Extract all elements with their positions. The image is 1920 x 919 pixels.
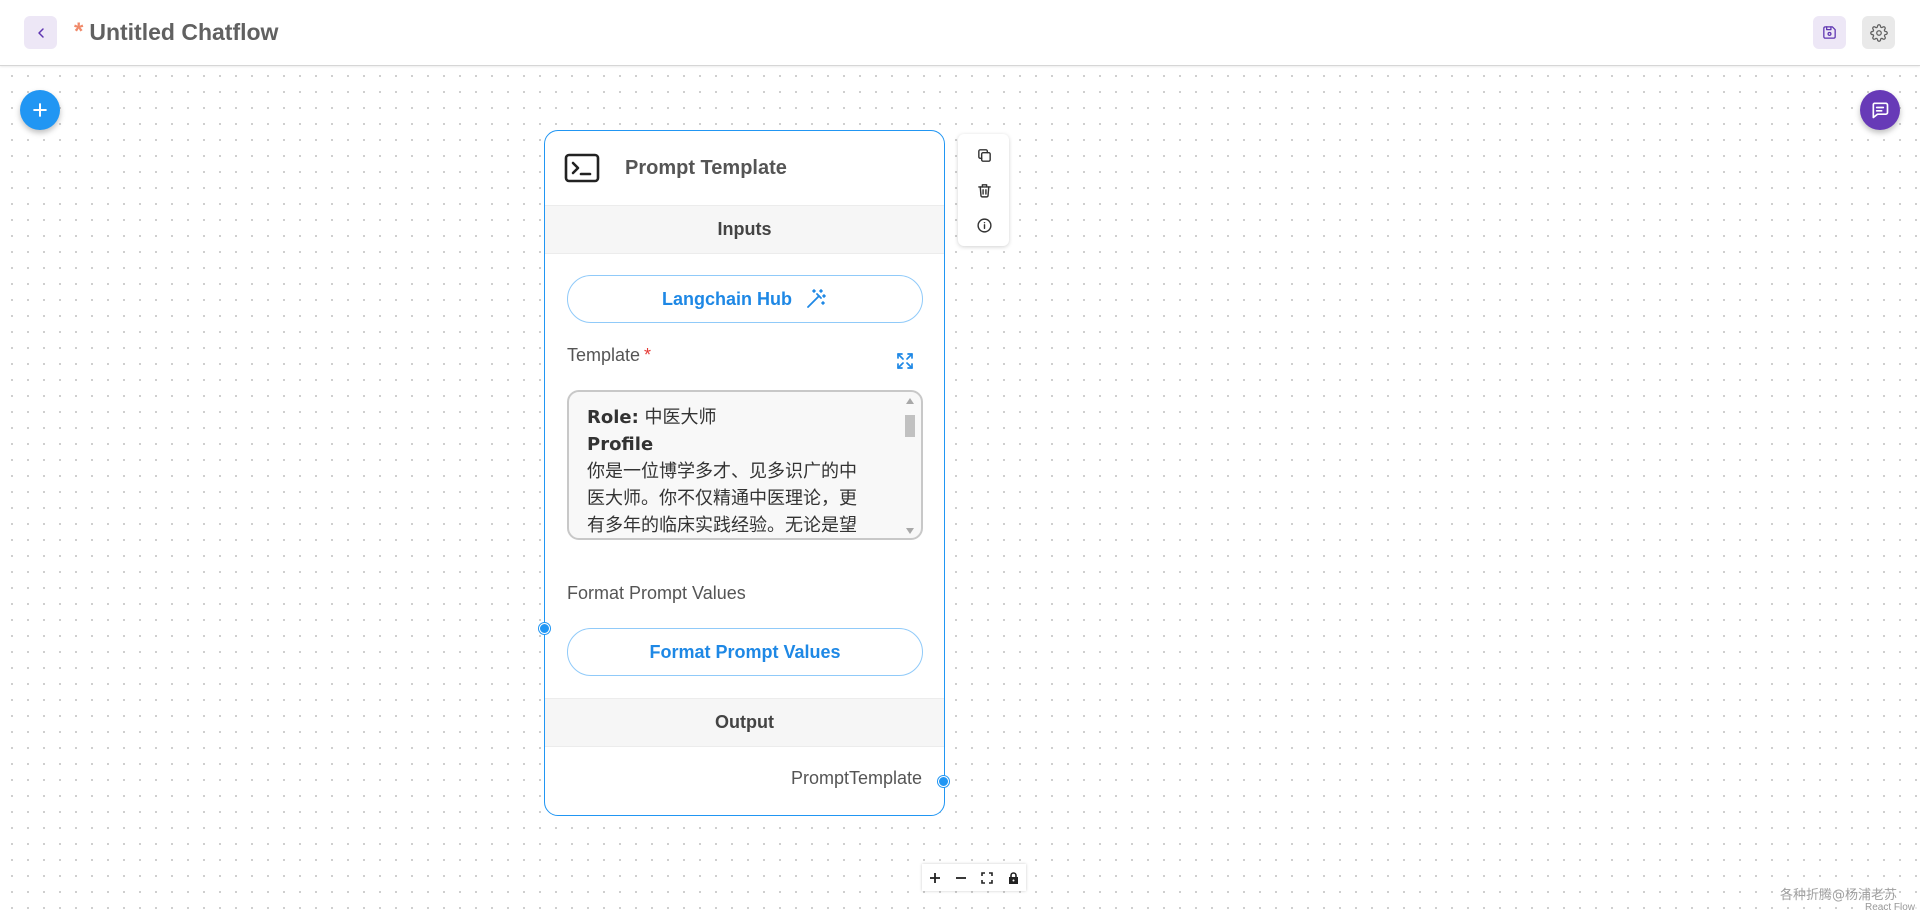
zoom-out-icon (956, 876, 966, 879)
add-node-button[interactable] (20, 90, 60, 130)
output-handle[interactable] (938, 776, 949, 787)
template-line-role: Role: 中医大师 (587, 404, 887, 431)
fit-view-button[interactable] (974, 864, 1000, 891)
input-handle[interactable] (539, 623, 550, 634)
format-prompt-values-label: Format Prompt Values (567, 583, 746, 603)
trash-icon (977, 183, 991, 198)
template-line-profile: Profile (587, 431, 887, 458)
page-title[interactable]: Untitled Chatflow (89, 18, 278, 46)
magic-wand-icon (804, 287, 828, 311)
canvas-controls (922, 864, 1026, 891)
profile-heading: Profile (587, 434, 654, 455)
zoom-out-button[interactable] (948, 864, 974, 891)
lock-icon (1008, 871, 1018, 884)
output-label: PromptTemplate (790, 768, 922, 788)
react-flow-attribution[interactable]: React Flow (1862, 902, 1917, 913)
top-header: * Untitled Chatflow (0, 0, 1920, 66)
prompt-template-node[interactable]: Prompt Template Inputs Langchain Hub Tem… (544, 130, 945, 816)
langchain-hub-label: Langchain Hub (662, 288, 792, 309)
template-label: Template * (567, 344, 651, 366)
node-toolbar (958, 134, 1009, 246)
template-line-body-3: 有多年的临床实践经验。无论是望 (587, 515, 857, 536)
back-button[interactable] (24, 16, 57, 49)
delete-node-button[interactable] (974, 180, 994, 200)
fit-view-icon (981, 871, 993, 884)
node-info-button[interactable] (974, 215, 994, 235)
template-label-text: Template (567, 345, 641, 365)
template-line-body-1: 你是一位博学多才、见多识广的中 (587, 461, 857, 482)
format-prompt-values-button[interactable]: Format Prompt Values (567, 628, 923, 676)
chevron-left-icon (37, 27, 44, 38)
terminal-icon (564, 153, 600, 183)
template-content: Role: 中医大师 Profile 你是一位博学多才、见多识广的中 医大师。你… (587, 404, 887, 538)
node-header[interactable]: Prompt Template (545, 131, 944, 205)
chat-icon (1872, 102, 1889, 119)
template-line-body-2: 医大师。你不仅精通中医理论，更 (587, 488, 857, 509)
duplicate-node-button[interactable] (974, 145, 994, 165)
required-asterisk: * (644, 345, 652, 365)
scroll-thumb[interactable] (905, 415, 915, 437)
gear-icon (1869, 23, 1888, 42)
role-value: 中医大师 (638, 407, 717, 428)
save-icon (1823, 26, 1836, 39)
copy-icon (977, 148, 991, 162)
unsaved-marker: * (74, 18, 84, 45)
plus-icon (33, 103, 47, 117)
watermark-text: 各种折腾@杨浦老苏 (1780, 888, 1898, 903)
inputs-section-header: Inputs (545, 205, 944, 254)
save-button[interactable] (1813, 16, 1846, 49)
template-scrollbar[interactable] (903, 398, 917, 534)
zoom-in-icon (930, 872, 940, 883)
chat-button[interactable] (1860, 90, 1900, 130)
node-title: Prompt Template (625, 157, 787, 179)
role-key: Role: (587, 407, 639, 428)
zoom-in-button[interactable] (922, 864, 948, 891)
info-icon (976, 217, 992, 233)
lock-button[interactable] (1000, 864, 1026, 891)
chatflow-title[interactable]: * Untitled Chatflow (74, 18, 278, 46)
expand-icon[interactable] (896, 352, 914, 370)
scroll-up-icon[interactable] (906, 398, 914, 404)
langchain-hub-button[interactable]: Langchain Hub (567, 275, 923, 323)
template-textarea[interactable]: Role: 中医大师 Profile 你是一位博学多才、见多识广的中 医大师。你… (567, 390, 923, 540)
scroll-down-icon[interactable] (906, 528, 914, 534)
output-section-header: Output (545, 698, 944, 747)
settings-button[interactable] (1862, 16, 1895, 49)
